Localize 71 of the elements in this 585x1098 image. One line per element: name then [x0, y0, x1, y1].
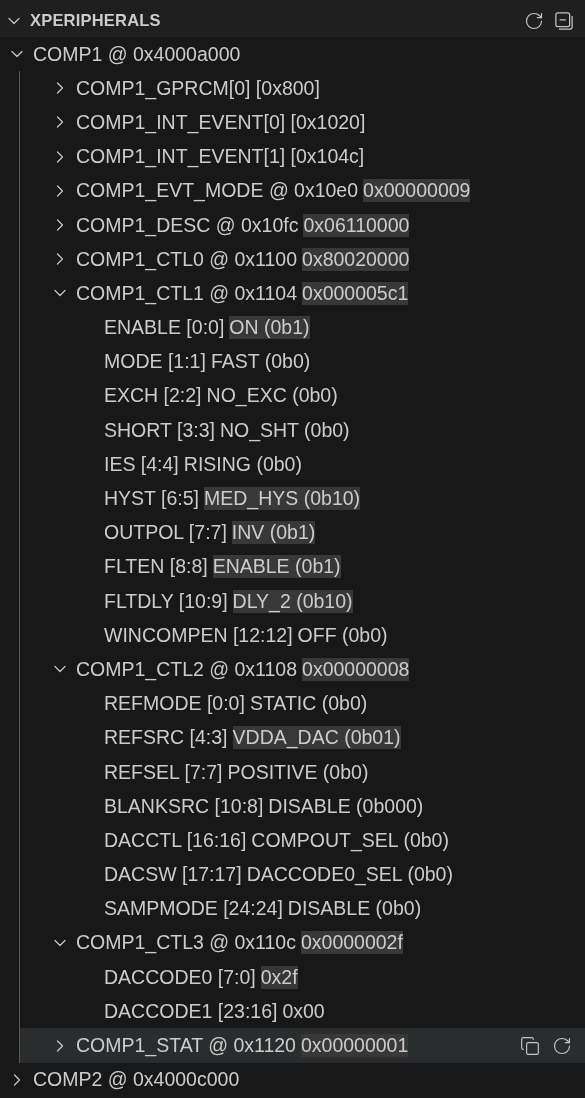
- field-value: MED_HYS (0b10): [204, 487, 361, 511]
- field-label: SHORT [3:3]: [104, 418, 215, 442]
- register-value: 0x00000009: [363, 179, 471, 203]
- register-label[interactable]: COMP1_INT_EVENT[0] [0x1020]: [76, 110, 366, 134]
- field-value: POSITIVE (0b0): [227, 760, 369, 784]
- field-value: NO_EXC (0b0): [206, 384, 338, 408]
- register-label[interactable]: COMP2 @ 0x4000c000: [33, 1068, 240, 1092]
- register-label[interactable]: COMP1_CTL3 @ 0x110c: [76, 931, 296, 955]
- register-value: 0x80020000: [302, 247, 410, 271]
- field-label: FLTDLY [10:9]: [104, 589, 228, 613]
- field-value: STATIC (0b0): [249, 692, 368, 716]
- field-value: DISABLE (0b0): [287, 897, 422, 921]
- field-value: RISING (0b0): [183, 452, 302, 476]
- panel-title: XPERIPHERALS: [30, 11, 162, 30]
- tree-row[interactable]: COMP1_EVT_MODE @ 0x10e0 0x00000009: [20, 173, 585, 208]
- field-label: HYST [6:5]: [104, 487, 199, 511]
- field-value: FAST (0b0): [210, 350, 311, 374]
- tree-row[interactable]: COMP1_DESC @ 0x10fc 0x06110000: [20, 207, 585, 243]
- field-label: REFMODE [0:0]: [104, 692, 245, 716]
- field-label: DACSW [17:17]: [104, 863, 242, 887]
- tree-row[interactable]: COMP1 @ 0x4000a000: [0, 37, 585, 72]
- register-value: 0x00000008: [302, 657, 410, 681]
- register-label[interactable]: COMP1_DESC @ 0x10fc: [76, 213, 299, 237]
- field-label: FLTEN [8:8]: [104, 555, 208, 579]
- field-value: OFF (0b0): [297, 623, 388, 647]
- register-value: 0x00000001: [300, 1034, 409, 1058]
- collapse-all-icon: [554, 10, 574, 31]
- field-label: SAMPMODE [24:24]: [104, 897, 283, 921]
- tree-row[interactable]: COMP2 @ 0x4000c000: [0, 1062, 585, 1097]
- field-label: REFSRC [4:3]: [104, 726, 228, 750]
- register-value: 0x06110000: [303, 213, 410, 237]
- field-value: DISABLE (0b000): [268, 794, 424, 818]
- field-value: 0x00: [282, 999, 325, 1023]
- field-label: OUTPOL [7:7]: [104, 521, 227, 545]
- field-value: NO_SHT (0b0): [219, 418, 350, 442]
- tree-row[interactable]: COMP1_CTL3 @ 0x110c 0x0000002f: [20, 925, 585, 961]
- field-label: IES [4:4]: [104, 452, 179, 476]
- register-label[interactable]: COMP1_INT_EVENT[1] [0x104c]: [76, 145, 365, 169]
- tree-row[interactable]: COMP1_INT_EVENT[1] [0x104c]: [20, 139, 585, 174]
- field-label: BLANKSRC [10:8]: [104, 794, 264, 818]
- field-label: DACCODE1 [23:16]: [104, 999, 278, 1023]
- field-value: 0x2f: [260, 965, 298, 989]
- register-label[interactable]: COMP1_CTL0 @ 0x1100: [76, 247, 298, 271]
- field-value: ENABLE (0b1): [212, 555, 341, 579]
- field-value: COMPOUT_SEL (0b0): [251, 828, 449, 852]
- field-label: MODE [1:1]: [104, 350, 206, 374]
- field-label: REFSEL [7:7]: [104, 760, 223, 784]
- field-value: VDDA_DAC (0b01): [232, 726, 401, 750]
- register-label[interactable]: COMP1_GPRCM[0] [0x800]: [76, 76, 320, 100]
- register-label[interactable]: COMP1_CTL1 @ 0x1104: [76, 281, 298, 305]
- tree-row[interactable]: COMP1_GPRCM[0] [0x800]: [20, 71, 585, 106]
- register-value: 0x0000002f: [300, 931, 403, 955]
- field-label: WINCOMPEN [12:12]: [104, 623, 293, 647]
- field-label: DACCODE0 [7:0]: [104, 965, 256, 989]
- tree-row[interactable]: COMP1_CTL1 @ 0x1104 0x000005c1: [20, 276, 585, 311]
- register-value: 0x000005c1: [302, 281, 409, 305]
- register-label[interactable]: COMP1 @ 0x4000a000: [33, 42, 241, 66]
- field-label: EXCH [2:2]: [104, 384, 202, 408]
- field-value: DLY_2 (0b10): [232, 589, 353, 613]
- register-label[interactable]: COMP1_STAT @ 0x1120: [76, 1034, 296, 1058]
- tree-row[interactable]: COMP1_STAT @ 0x1120 0x00000001: [20, 1028, 585, 1063]
- field-label: ENABLE [0:0]: [104, 316, 225, 340]
- register-label[interactable]: COMP1_EVT_MODE @ 0x10e0: [76, 179, 359, 203]
- field-value: DACCODE0_SEL (0b0): [246, 863, 453, 887]
- field-label: DACCTL [16:16]: [104, 828, 247, 852]
- field-value: INV (0b1): [231, 521, 316, 545]
- tree-row[interactable]: COMP1_CTL2 @ 0x1108 0x00000008: [20, 652, 585, 687]
- field-value: ON (0b1): [229, 316, 310, 340]
- register-label[interactable]: COMP1_CTL2 @ 0x1108: [76, 657, 298, 681]
- tree-row[interactable]: COMP1_INT_EVENT[0] [0x1020]: [20, 105, 585, 140]
- tree-row[interactable]: COMP1_CTL0 @ 0x1100 0x80020000: [20, 242, 585, 277]
